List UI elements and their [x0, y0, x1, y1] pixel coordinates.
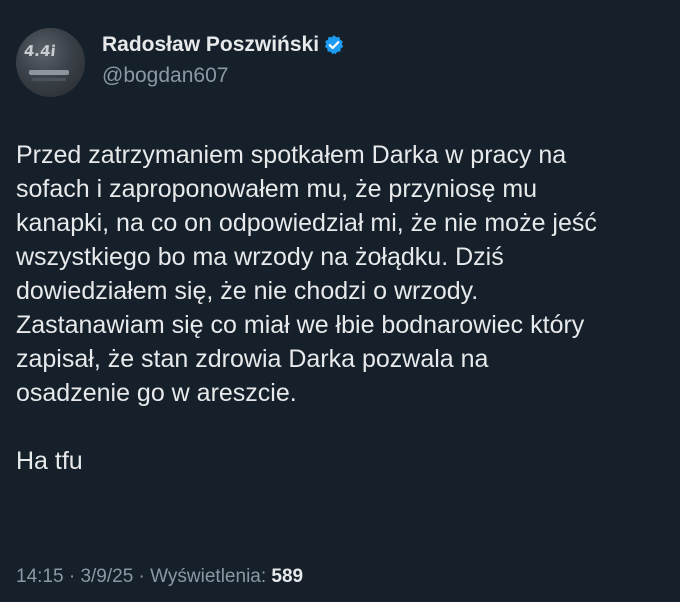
- author-names: Radosław Poszwiński @bogdan607: [102, 32, 345, 89]
- tweet-header: 4.4i Radosław Poszwiński @bogdan607: [16, 28, 345, 97]
- tweet-card: 4.4i Radosław Poszwiński @bogdan607 Prze…: [0, 0, 680, 602]
- tweet-text: Przed zatrzymaniem spotkałem Darka w pra…: [16, 141, 597, 475]
- tweet-time[interactable]: 14:15: [16, 566, 64, 587]
- display-name[interactable]: Radosław Poszwiński: [102, 32, 319, 58]
- meta-separator: ·: [133, 566, 151, 587]
- avatar-decoration: [29, 70, 69, 75]
- tweet-meta: 14:15 · 3/9/25 · Wyświetlenia: 589: [16, 565, 303, 589]
- avatar[interactable]: 4.4i: [16, 28, 85, 97]
- handle[interactable]: @bogdan607: [102, 63, 345, 89]
- views-count: 589: [271, 566, 304, 587]
- meta-separator: ·: [63, 566, 81, 587]
- avatar-text: 4.4i: [23, 42, 57, 60]
- name-row: Radosław Poszwiński: [102, 32, 345, 58]
- tweet-date[interactable]: 3/9/25: [80, 566, 133, 587]
- avatar-decoration-lower: [32, 78, 66, 81]
- verified-badge-icon: [324, 35, 344, 55]
- views-label: Wyświetlenia:: [150, 566, 267, 587]
